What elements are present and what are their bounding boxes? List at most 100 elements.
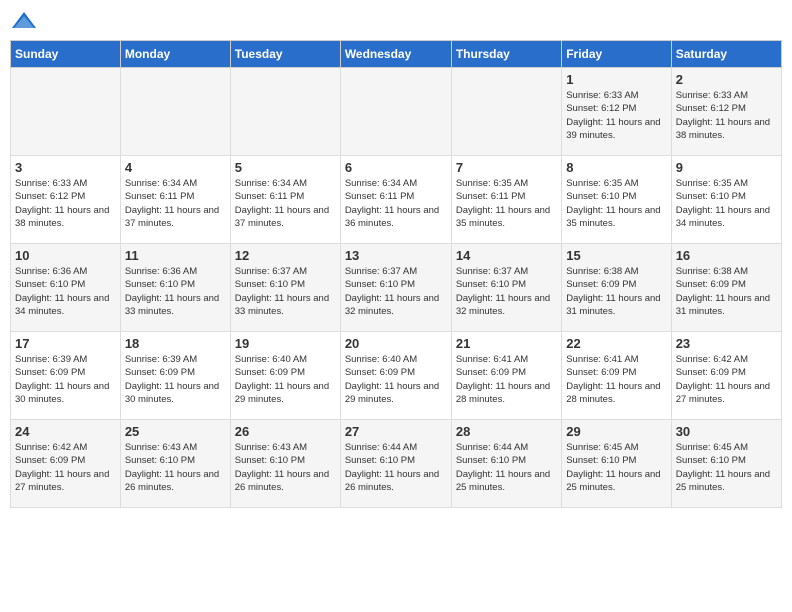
day-info: Sunrise: 6:37 AM Sunset: 6:10 PM Dayligh… <box>456 265 557 318</box>
calendar-cell <box>230 68 340 156</box>
calendar-cell <box>120 68 230 156</box>
day-info: Sunrise: 6:41 AM Sunset: 6:09 PM Dayligh… <box>456 353 557 406</box>
day-info: Sunrise: 6:43 AM Sunset: 6:10 PM Dayligh… <box>125 441 226 494</box>
day-number: 15 <box>566 248 666 263</box>
day-number: 25 <box>125 424 226 439</box>
calendar-cell: 13 Sunrise: 6:37 AM Sunset: 6:10 PM Dayli… <box>340 244 451 332</box>
header <box>10 10 782 32</box>
day-number: 14 <box>456 248 557 263</box>
day-info: Sunrise: 6:37 AM Sunset: 6:10 PM Dayligh… <box>235 265 336 318</box>
day-info: Sunrise: 6:40 AM Sunset: 6:09 PM Dayligh… <box>235 353 336 406</box>
calendar-header-wednesday: Wednesday <box>340 41 451 68</box>
calendar-cell: 24Sunrise: 6:42 AM Sunset: 6:09 PM Dayli… <box>11 420 121 508</box>
calendar-cell: 11 Sunrise: 6:36 AM Sunset: 6:10 PM Dayli… <box>120 244 230 332</box>
calendar-cell <box>451 68 561 156</box>
day-info: Sunrise: 6:45 AM Sunset: 6:10 PM Dayligh… <box>676 441 777 494</box>
calendar-cell: 26 Sunrise: 6:43 AM Sunset: 6:10 PM Dayli… <box>230 420 340 508</box>
calendar-cell: 28 Sunrise: 6:44 AM Sunset: 6:10 PM Dayli… <box>451 420 561 508</box>
calendar-cell: 29 Sunrise: 6:45 AM Sunset: 6:10 PM Dayli… <box>562 420 671 508</box>
calendar-cell: 7 Sunrise: 6:35 AM Sunset: 6:11 PM Daylig… <box>451 156 561 244</box>
day-number: 30 <box>676 424 777 439</box>
day-number: 29 <box>566 424 666 439</box>
day-info: Sunrise: 6:44 AM Sunset: 6:10 PM Dayligh… <box>456 441 557 494</box>
day-number: 18 <box>125 336 226 351</box>
day-number: 8 <box>566 160 666 175</box>
day-info: Sunrise: 6:41 AM Sunset: 6:09 PM Dayligh… <box>566 353 666 406</box>
day-info: Sunrise: 6:33 AM Sunset: 6:12 PM Dayligh… <box>676 89 777 142</box>
day-info: Sunrise: 6:40 AM Sunset: 6:09 PM Dayligh… <box>345 353 447 406</box>
day-number: 10 <box>15 248 116 263</box>
calendar-cell: 3 Sunrise: 6:33 AM Sunset: 6:12 PM Daylig… <box>11 156 121 244</box>
calendar-cell: 1Sunrise: 6:33 AM Sunset: 6:12 PM Daylig… <box>562 68 671 156</box>
day-info: Sunrise: 6:33 AM Sunset: 6:12 PM Dayligh… <box>15 177 116 230</box>
day-info: Sunrise: 6:35 AM Sunset: 6:11 PM Dayligh… <box>456 177 557 230</box>
calendar-header-tuesday: Tuesday <box>230 41 340 68</box>
calendar-cell: 25 Sunrise: 6:43 AM Sunset: 6:10 PM Dayli… <box>120 420 230 508</box>
calendar-week-4: 17Sunrise: 6:39 AM Sunset: 6:09 PM Dayli… <box>11 332 782 420</box>
day-number: 7 <box>456 160 557 175</box>
day-number: 20 <box>345 336 447 351</box>
calendar-header-friday: Friday <box>562 41 671 68</box>
calendar-cell: 23Sunrise: 6:42 AM Sunset: 6:09 PM Dayli… <box>671 332 781 420</box>
day-number: 24 <box>15 424 116 439</box>
day-number: 28 <box>456 424 557 439</box>
calendar-header-saturday: Saturday <box>671 41 781 68</box>
day-number: 26 <box>235 424 336 439</box>
calendar-cell: 5 Sunrise: 6:34 AM Sunset: 6:11 PM Daylig… <box>230 156 340 244</box>
calendar-cell: 17Sunrise: 6:39 AM Sunset: 6:09 PM Dayli… <box>11 332 121 420</box>
day-number: 19 <box>235 336 336 351</box>
logo-icon <box>10 10 38 32</box>
calendar-cell: 22Sunrise: 6:41 AM Sunset: 6:09 PM Dayli… <box>562 332 671 420</box>
day-info: Sunrise: 6:45 AM Sunset: 6:10 PM Dayligh… <box>566 441 666 494</box>
calendar-header-thursday: Thursday <box>451 41 561 68</box>
day-info: Sunrise: 6:37 AM Sunset: 6:10 PM Dayligh… <box>345 265 447 318</box>
day-number: 3 <box>15 160 116 175</box>
day-number: 27 <box>345 424 447 439</box>
day-info: Sunrise: 6:39 AM Sunset: 6:09 PM Dayligh… <box>15 353 116 406</box>
calendar-week-1: 1Sunrise: 6:33 AM Sunset: 6:12 PM Daylig… <box>11 68 782 156</box>
calendar-cell: 2 Sunrise: 6:33 AM Sunset: 6:12 PM Daylig… <box>671 68 781 156</box>
calendar-week-2: 3 Sunrise: 6:33 AM Sunset: 6:12 PM Daylig… <box>11 156 782 244</box>
calendar-cell: 27 Sunrise: 6:44 AM Sunset: 6:10 PM Dayli… <box>340 420 451 508</box>
calendar-cell: 6 Sunrise: 6:34 AM Sunset: 6:11 PM Daylig… <box>340 156 451 244</box>
calendar-week-3: 10 Sunrise: 6:36 AM Sunset: 6:10 PM Dayli… <box>11 244 782 332</box>
calendar-cell: 30 Sunrise: 6:45 AM Sunset: 6:10 PM Dayli… <box>671 420 781 508</box>
calendar-cell: 20 Sunrise: 6:40 AM Sunset: 6:09 PM Dayli… <box>340 332 451 420</box>
day-number: 9 <box>676 160 777 175</box>
calendar-cell: 19 Sunrise: 6:40 AM Sunset: 6:09 PM Dayli… <box>230 332 340 420</box>
calendar-cell: 9Sunrise: 6:35 AM Sunset: 6:10 PM Daylig… <box>671 156 781 244</box>
day-number: 6 <box>345 160 447 175</box>
day-info: Sunrise: 6:33 AM Sunset: 6:12 PM Dayligh… <box>566 89 666 142</box>
calendar-cell: 12 Sunrise: 6:37 AM Sunset: 6:10 PM Dayli… <box>230 244 340 332</box>
calendar-cell: 15Sunrise: 6:38 AM Sunset: 6:09 PM Dayli… <box>562 244 671 332</box>
day-number: 11 <box>125 248 226 263</box>
calendar-cell <box>340 68 451 156</box>
calendar-header-sunday: Sunday <box>11 41 121 68</box>
day-info: Sunrise: 6:34 AM Sunset: 6:11 PM Dayligh… <box>125 177 226 230</box>
calendar-header-row: SundayMondayTuesdayWednesdayThursdayFrid… <box>11 41 782 68</box>
day-number: 16 <box>676 248 777 263</box>
calendar-cell: 14 Sunrise: 6:37 AM Sunset: 6:10 PM Dayli… <box>451 244 561 332</box>
logo <box>10 10 42 32</box>
day-info: Sunrise: 6:34 AM Sunset: 6:11 PM Dayligh… <box>345 177 447 230</box>
calendar-cell: 21Sunrise: 6:41 AM Sunset: 6:09 PM Dayli… <box>451 332 561 420</box>
day-info: Sunrise: 6:36 AM Sunset: 6:10 PM Dayligh… <box>15 265 116 318</box>
day-number: 12 <box>235 248 336 263</box>
day-number: 2 <box>676 72 777 87</box>
calendar-week-5: 24Sunrise: 6:42 AM Sunset: 6:09 PM Dayli… <box>11 420 782 508</box>
day-info: Sunrise: 6:34 AM Sunset: 6:11 PM Dayligh… <box>235 177 336 230</box>
day-number: 13 <box>345 248 447 263</box>
calendar-cell <box>11 68 121 156</box>
day-info: Sunrise: 6:43 AM Sunset: 6:10 PM Dayligh… <box>235 441 336 494</box>
day-info: Sunrise: 6:36 AM Sunset: 6:10 PM Dayligh… <box>125 265 226 318</box>
day-number: 23 <box>676 336 777 351</box>
calendar-cell: 16Sunrise: 6:38 AM Sunset: 6:09 PM Dayli… <box>671 244 781 332</box>
calendar-cell: 10 Sunrise: 6:36 AM Sunset: 6:10 PM Dayli… <box>11 244 121 332</box>
day-number: 5 <box>235 160 336 175</box>
day-number: 4 <box>125 160 226 175</box>
calendar-header-monday: Monday <box>120 41 230 68</box>
calendar-cell: 18 Sunrise: 6:39 AM Sunset: 6:09 PM Dayli… <box>120 332 230 420</box>
day-info: Sunrise: 6:39 AM Sunset: 6:09 PM Dayligh… <box>125 353 226 406</box>
day-info: Sunrise: 6:44 AM Sunset: 6:10 PM Dayligh… <box>345 441 447 494</box>
day-info: Sunrise: 6:35 AM Sunset: 6:10 PM Dayligh… <box>566 177 666 230</box>
